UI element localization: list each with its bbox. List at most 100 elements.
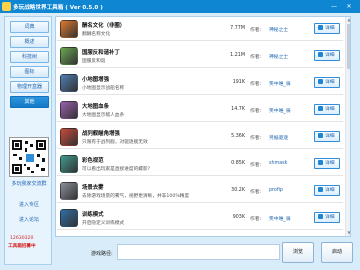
list-item: 小地图增强 小地图显示战船名称 191K 作者: 笑中唯_骑 详细 [57,71,343,95]
sidebar: 词典 概述 科技树 图标 物理开盒器 其他 多玩我家交流群 进入专区 进入论坛 [4,16,52,265]
detail-button[interactable]: 详细 [314,158,340,169]
detail-button[interactable]: 详细 [314,104,340,115]
sidebar-item-dictionary[interactable]: 词典 [10,21,49,33]
plugin-size: 14.7K [231,107,245,112]
plugin-size: 30.2K [231,188,245,193]
detail-button-label: 详细 [325,80,335,85]
plugin-title: 场景去雾 [82,185,104,191]
list-item: 彩色视范 可以看出玩家是直接进度的螺影？ 0.85K 作者: shmask 详细 [57,152,343,176]
detail-button[interactable]: 详细 [314,185,340,196]
browse-button[interactable]: 浏览 [282,242,314,263]
info-icon [318,52,323,57]
plugin-author: 笑中唯_骑 [269,82,291,87]
plugin-author: 笑中唯_骑 [269,217,291,222]
zone-link[interactable]: 进入专区 [5,201,53,208]
detail-button-label: 详细 [325,188,335,193]
detail-button[interactable]: 详细 [314,77,340,88]
list-item: 战列舰瞄角增强 只限有于战列舰，对驱逐舰无效 5.36K 作者: 另据驱逐 详细 [57,125,343,149]
list-item: 训练模式 开启隐定义训练模式 903K 作者: 笑中唯_骑 详细 [57,206,343,230]
scroll-down-icon[interactable]: ▼ [346,230,350,236]
plugin-icon [60,74,78,92]
app-title: 多玩战略世界工具箱 ( Ver 0.5.0 ) [13,5,103,11]
qr-caption: 多玩我家交流群 [11,181,47,187]
plugin-author: 笑中唯_骑 [269,109,291,114]
info-icon [318,133,323,138]
plugin-icon [60,101,78,119]
detail-button[interactable]: 详细 [314,131,340,142]
plugin-icon [60,209,78,227]
sidebar-item-box-opener[interactable]: 物理开盒器 [10,81,49,93]
author-label: 作者: [250,136,262,141]
plugin-icon [60,20,78,38]
detail-button-label: 详细 [325,134,335,139]
info-icon [318,214,323,219]
plugin-desc: 只限有于战列舰，对驱逐舰无效 [82,140,148,145]
list-item: 大地图血条 大地图显示敌人血条 14.7K 作者: 笑中唯_骑 详细 [57,98,343,122]
launch-button[interactable]: 启动 [321,242,353,263]
plugin-size: 0.85K [231,161,245,166]
recruit-link[interactable]: 工具箱招募中 [8,243,36,249]
plugin-desc: 去除游戏场景的雾气，视野更清晰，并非100%精度 [82,194,190,199]
info-icon [318,160,323,165]
plugin-icon [60,155,78,173]
game-path-field[interactable] [117,244,280,260]
detail-button[interactable]: 详细 [314,23,340,34]
plugin-title: 酬名文化（非圈） [82,23,126,29]
author-label: 作者: [250,82,262,87]
info-icon [318,79,323,84]
detail-button-label: 详细 [325,53,335,58]
plugin-desc: 可以看出玩家是直接进度的螺影？ [82,167,153,172]
sidebar-item-icons[interactable]: 图标 [10,66,49,78]
list-scrollbar[interactable]: ▲ ▼ [345,17,350,236]
plugin-title: 小地图增强 [82,77,109,83]
author-label: 作者: [250,190,262,195]
plugin-author: 神秘之士 [269,28,289,33]
plugin-desc: 翻酬名称文化 [82,32,111,37]
title-bar: 多玩战略世界工具箱 ( Ver 0.5.0 ) — ✕ [0,0,360,13]
list-item: 国服反和谐补丁 国服反和谐 1.21M 作者: 神秘之士 详细 [57,44,343,68]
info-icon [318,106,323,111]
scroll-thumb[interactable] [347,24,350,69]
author-label: 作者: [250,28,262,33]
plugin-desc: 小地图显示战船名称 [82,86,125,91]
author-label: 作者: [250,163,262,168]
plugin-desc: 国服反和谐 [82,59,106,64]
author-label: 作者: [250,217,262,222]
plugin-title: 大地图血条 [82,104,109,110]
plugin-icon [60,128,78,146]
author-label: 作者: [250,55,262,60]
contact-number: 12630320 [10,236,34,241]
plugin-desc: 大地图显示敌人血条 [82,113,125,118]
scroll-up-icon[interactable]: ▲ [346,17,350,23]
plugin-list: 酬名文化（非圈） 翻酬名称文化 7.77M 作者: 神秘之士 详细 国服反和谐补… [55,16,351,237]
plugin-size: 7.77M [230,26,245,31]
app-logo-icon [2,2,11,11]
plugin-size: 903K [232,215,245,220]
detail-button[interactable]: 详细 [314,212,340,223]
plugin-author: shmask [269,161,288,166]
list-item: 场景去雾 去除游戏场景的雾气，视野更清晰，并非100%精度 30.2K 作者: … [57,179,343,203]
close-button[interactable]: ✕ [345,3,353,10]
detail-button-label: 详细 [325,26,335,31]
plugin-title: 战列舰瞄角增强 [82,131,120,137]
detail-button[interactable]: 详细 [314,50,340,61]
sidebar-item-other[interactable]: 其他 [10,96,49,108]
plugin-desc: 开启隐定义训练模式 [82,221,125,226]
plugin-title: 训练模式 [82,212,104,218]
sidebar-item-tech-tree[interactable]: 科技树 [10,51,49,63]
game-path-label: 游戏路径: [91,251,113,257]
plugin-author: profip [269,188,283,193]
author-label: 作者: [250,109,262,114]
forum-link[interactable]: 进入论坛 [5,216,53,223]
sidebar-item-overview[interactable]: 概述 [10,36,49,48]
plugin-author: 另据驱逐 [269,136,289,141]
plugin-size: 5.36K [231,134,245,139]
list-item: 酬名文化（非圈） 翻酬名称文化 7.77M 作者: 神秘之士 详细 [57,17,343,41]
plugin-author: 神秘之士 [269,55,289,60]
plugin-size: 191K [232,80,245,85]
info-icon [318,187,323,192]
plugin-size: 1.21M [230,53,245,58]
plugin-icon [60,47,78,65]
minimize-button[interactable]: — [330,3,338,10]
plugin-title: 国服反和谐补丁 [82,50,120,56]
